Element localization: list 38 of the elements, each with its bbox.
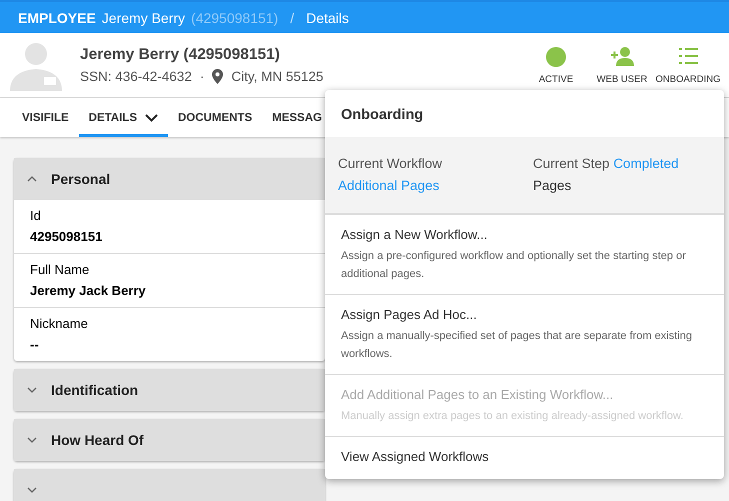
section-header[interactable]: How Heard Of bbox=[14, 419, 325, 461]
employee-name: Jeremy Berry (4295098151) bbox=[80, 46, 281, 64]
chevron-down-icon bbox=[27, 437, 37, 443]
location-text: City, MN 55125 bbox=[231, 69, 324, 84]
chevron-up-icon bbox=[27, 176, 37, 182]
section-header[interactable]: Personal bbox=[14, 158, 325, 200]
status-onboarding[interactable]: ONBOARDING bbox=[655, 46, 721, 84]
workflow-label: Current Workflow bbox=[338, 155, 444, 173]
tab[interactable]: DETAILS bbox=[78, 98, 168, 137]
field-value: Jeremy Jack Berry bbox=[30, 283, 146, 298]
menu-item[interactable]: Assign a New Workflow... Assign a pre-configured workflow and optionally set the starting step or additional pages. bbox=[325, 214, 724, 294]
status-active[interactable]: ACTIVE bbox=[523, 46, 589, 84]
section-title: EMPLOYEE bbox=[18, 10, 96, 26]
ssn-text: SSN: 436-42-4632 bbox=[80, 69, 192, 84]
chevron-down-icon bbox=[27, 387, 37, 393]
field-label: Full Name bbox=[30, 262, 90, 277]
page-title: Details bbox=[306, 10, 349, 26]
field-value: -- bbox=[30, 337, 39, 352]
employee-id: (4295098151) bbox=[191, 10, 278, 26]
field-value: 4295098151 bbox=[30, 229, 102, 244]
chevron-down-icon bbox=[27, 487, 37, 493]
add-user-icon bbox=[610, 46, 634, 68]
section-header[interactable]: Identification bbox=[14, 369, 325, 411]
step-note: Pages bbox=[533, 178, 572, 193]
separator-dot: · bbox=[200, 69, 204, 84]
menu-title: Onboarding bbox=[340, 106, 424, 125]
status-circle-icon bbox=[545, 46, 567, 68]
breadcrumb-separator: / bbox=[290, 10, 294, 26]
field-label: Nickname bbox=[30, 316, 88, 331]
tab[interactable]: DOCUMENTS bbox=[168, 98, 262, 137]
menu-item[interactable]: Assign Pages Ad Hoc... Assign a manually-specified set of pages that are separate from existing workflows. bbox=[325, 294, 724, 374]
location-pin-icon bbox=[212, 69, 224, 84]
menu-item[interactable]: View Assigned Workflows bbox=[325, 436, 724, 479]
status-web-user[interactable]: WEB USER bbox=[589, 46, 655, 84]
section-header[interactable] bbox=[14, 469, 325, 501]
tab[interactable]: VISIFILE bbox=[12, 98, 79, 137]
field-label: Id bbox=[30, 208, 41, 223]
step-label: Current Step bbox=[533, 156, 610, 171]
